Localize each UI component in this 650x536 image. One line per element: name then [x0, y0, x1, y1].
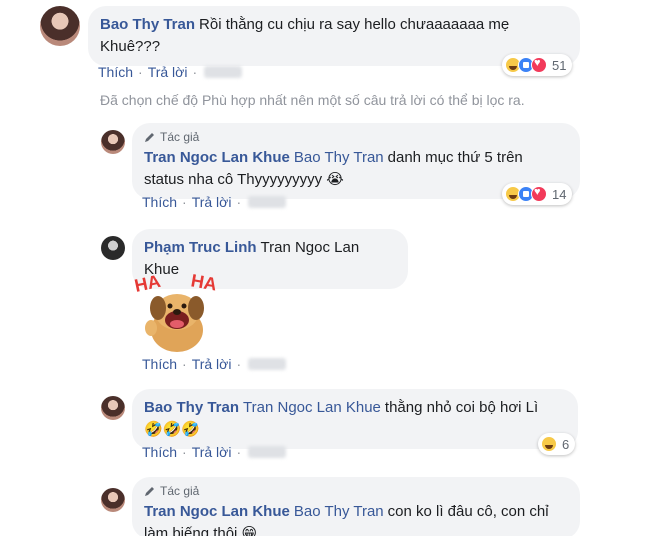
- avatar[interactable]: [40, 6, 80, 46]
- separator: ·: [182, 444, 187, 460]
- haha-reaction-icon: [541, 436, 557, 452]
- separator: ·: [182, 356, 187, 372]
- blurred-timestamp: [204, 66, 243, 78]
- love-reaction-icon: [531, 186, 547, 202]
- comment-author[interactable]: Bao Thy Tran: [144, 399, 239, 416]
- reaction-summary[interactable]: 14: [502, 183, 573, 205]
- avatar[interactable]: [101, 130, 125, 154]
- comment-bubble: Bao Thy Tran Tran Ngoc Lan Khue thằng nhỏ …: [132, 389, 578, 449]
- blurred-timestamp: [248, 358, 287, 370]
- reaction-summary[interactable]: 51: [502, 54, 573, 76]
- comment-author[interactable]: Bao Thy Tran: [100, 16, 195, 33]
- mention[interactable]: Bao Thy Tran: [294, 503, 384, 520]
- sticker-text-left: HA: [133, 271, 162, 296]
- comment-text: status nha cô Thyyyyyyyyy 😭: [144, 171, 344, 188]
- pencil-icon: [145, 133, 154, 142]
- reaction-count: 51: [552, 57, 567, 73]
- mention[interactable]: Bao Thy Tran: [294, 149, 384, 166]
- blurred-timestamp: [248, 446, 287, 458]
- comment-author[interactable]: Tran Ngoc Lan Khue: [144, 503, 290, 520]
- separator: ·: [236, 444, 242, 460]
- mention[interactable]: Tran Ngoc Lan Khue: [243, 399, 381, 416]
- comment-text: con ko lì đâu cô, con chỉ: [387, 503, 549, 520]
- comment-actions: Thích · Trả lời ·: [142, 194, 287, 210]
- like-link[interactable]: Thích: [142, 444, 177, 460]
- filter-note: Đã chọn chế độ Phù hợp nhất nên một số c…: [100, 92, 525, 108]
- comment-text: Rồi thằng cu chịu ra say hello chưaaaaaa…: [199, 16, 510, 33]
- comment-actions: Thích · Trả lời ·: [142, 356, 287, 372]
- comment-text: Khuê???: [100, 38, 161, 55]
- reaction-count: 14: [552, 186, 567, 202]
- sticker-text-right: HA: [189, 270, 218, 294]
- author-badge-label: Tác giả: [160, 130, 200, 144]
- separator: ·: [192, 64, 198, 80]
- avatar[interactable]: [101, 236, 125, 260]
- comment-actions: Thích · Trả lời ·: [98, 64, 243, 80]
- separator: ·: [236, 356, 242, 372]
- reply-link[interactable]: Trả lời: [192, 194, 232, 210]
- avatar[interactable]: [101, 488, 125, 512]
- comment-actions: Thích · Trả lời ·: [142, 444, 287, 460]
- blurred-timestamp: [248, 196, 287, 208]
- reaction-summary[interactable]: 6: [538, 433, 576, 455]
- comment-text: làm biếng thôi 😁: [144, 525, 258, 536]
- comment-text: danh mục thứ 5 trên: [387, 149, 523, 166]
- reply-link[interactable]: Trả lời: [148, 64, 188, 80]
- pencil-icon: [145, 487, 154, 496]
- comment-author[interactable]: Phạm Truc Linh: [144, 239, 257, 256]
- separator: ·: [182, 194, 187, 210]
- author-badge: Tác giả: [144, 483, 568, 499]
- separator: ·: [236, 194, 242, 210]
- reply-link[interactable]: Trả lời: [192, 444, 232, 460]
- reaction-count: 6: [562, 436, 570, 452]
- comment-text: thằng nhỏ coi bộ hơi Lì: [384, 399, 539, 416]
- author-badge-label: Tác giả: [160, 484, 200, 498]
- avatar[interactable]: [101, 396, 125, 420]
- comment-bubble: Tác giả Tran Ngoc Lan Khue Bao Thy Tran co…: [132, 477, 580, 536]
- comment-text: 🤣🤣🤣: [144, 421, 201, 438]
- comment-author[interactable]: Tran Ngoc Lan Khue: [144, 149, 290, 166]
- like-link[interactable]: Thích: [98, 64, 133, 80]
- reply-link[interactable]: Trả lời: [192, 356, 232, 372]
- separator: ·: [138, 64, 143, 80]
- like-link[interactable]: Thích: [142, 356, 177, 372]
- author-badge: Tác giả: [144, 129, 568, 145]
- laughing-dog-sticker[interactable]: HA HA: [133, 268, 221, 356]
- love-reaction-icon: [531, 57, 547, 73]
- like-link[interactable]: Thích: [142, 194, 177, 210]
